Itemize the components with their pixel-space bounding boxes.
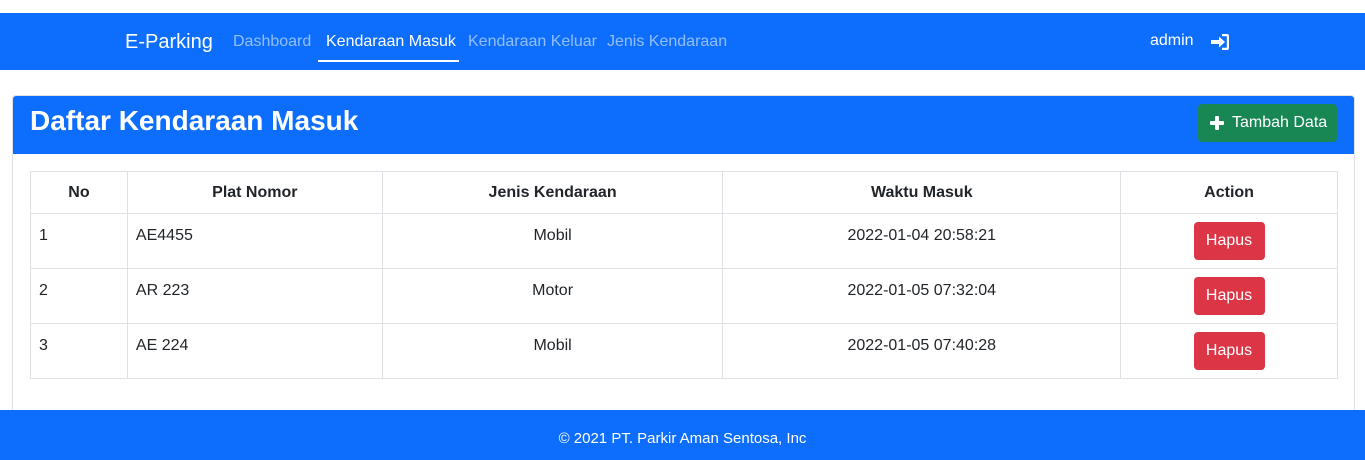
page-title: Daftar Kendaraan Masuk [30,105,359,136]
footer-copyright: © 2021 PT. Parkir Aman Sentosa, Inc [558,430,807,447]
cell-no: 3 [30,323,128,379]
column-header-no: No [30,171,128,214]
cell-waktu-masuk: 2022-01-05 07:40:28 [722,323,1122,379]
brand-link[interactable]: E-Parking [125,31,213,54]
cell-plat-nomor: AR 223 [126,268,383,324]
add-data-label: Tambah Data [1232,114,1328,131]
cell-no: 2 [30,268,128,324]
table-row: 3 AE 224 Mobil 2022-01-05 07:40:28 Hapus [30,323,1338,379]
nav-link-dashboard[interactable]: Dashboard [233,33,311,51]
add-data-button[interactable]: Tambah Data [1198,104,1337,142]
card-header: Daftar Kendaraan Masuk Tambah Data [13,96,1354,154]
cell-plat-nomor: AE 224 [126,323,383,379]
navbar: E-Parking Dashboard Kendaraan Masuk Kend… [0,13,1365,70]
table-row: 1 AE4455 Mobil 2022-01-04 20:58:21 Hapus [30,213,1338,269]
column-header-plat-nomor: Plat Nomor [126,171,383,214]
nav-link-kendaraan-keluar[interactable]: Kendaraan Keluar [468,33,597,51]
cell-action: Hapus [1120,323,1338,379]
nav-link-jenis-kendaraan[interactable]: Jenis Kendaraan [607,33,727,51]
vehicle-in-card: Daftar Kendaraan Masuk Tambah Data No Pl… [12,95,1355,415]
cell-jenis-kendaraan: Mobil [381,213,724,269]
table-row: 2 AR 223 Motor 2022-01-05 07:32:04 Hapus [30,268,1338,324]
cell-waktu-masuk: 2022-01-05 07:32:04 [722,268,1122,324]
vehicle-table: No Plat Nomor Jenis Kendaraan Waktu Masu… [30,171,1338,379]
nav-link-kendaraan-masuk[interactable]: Kendaraan Masuk [326,33,456,51]
delete-button[interactable]: Hapus [1193,332,1265,370]
footer: © 2021 PT. Parkir Aman Sentosa, Inc [0,410,1365,460]
user-name: admin [1150,32,1194,49]
plus-icon [1210,116,1224,130]
table-header-row: No Plat Nomor Jenis Kendaraan Waktu Masu… [30,171,1338,214]
column-header-waktu-masuk: Waktu Masuk [722,171,1122,214]
delete-button[interactable]: Hapus [1193,277,1265,315]
cell-action: Hapus [1120,213,1338,269]
delete-button[interactable]: Hapus [1193,222,1265,260]
active-nav-indicator [318,60,459,62]
column-header-action: Action [1120,171,1338,214]
sign-in-icon[interactable] [1210,33,1230,51]
cell-plat-nomor: AE4455 [126,213,383,269]
cell-jenis-kendaraan: Mobil [381,323,724,379]
cell-no: 1 [30,213,128,269]
cell-jenis-kendaraan: Motor [381,268,724,324]
column-header-jenis-kendaraan: Jenis Kendaraan [381,171,724,214]
cell-action: Hapus [1120,268,1338,324]
cell-waktu-masuk: 2022-01-04 20:58:21 [722,213,1122,269]
